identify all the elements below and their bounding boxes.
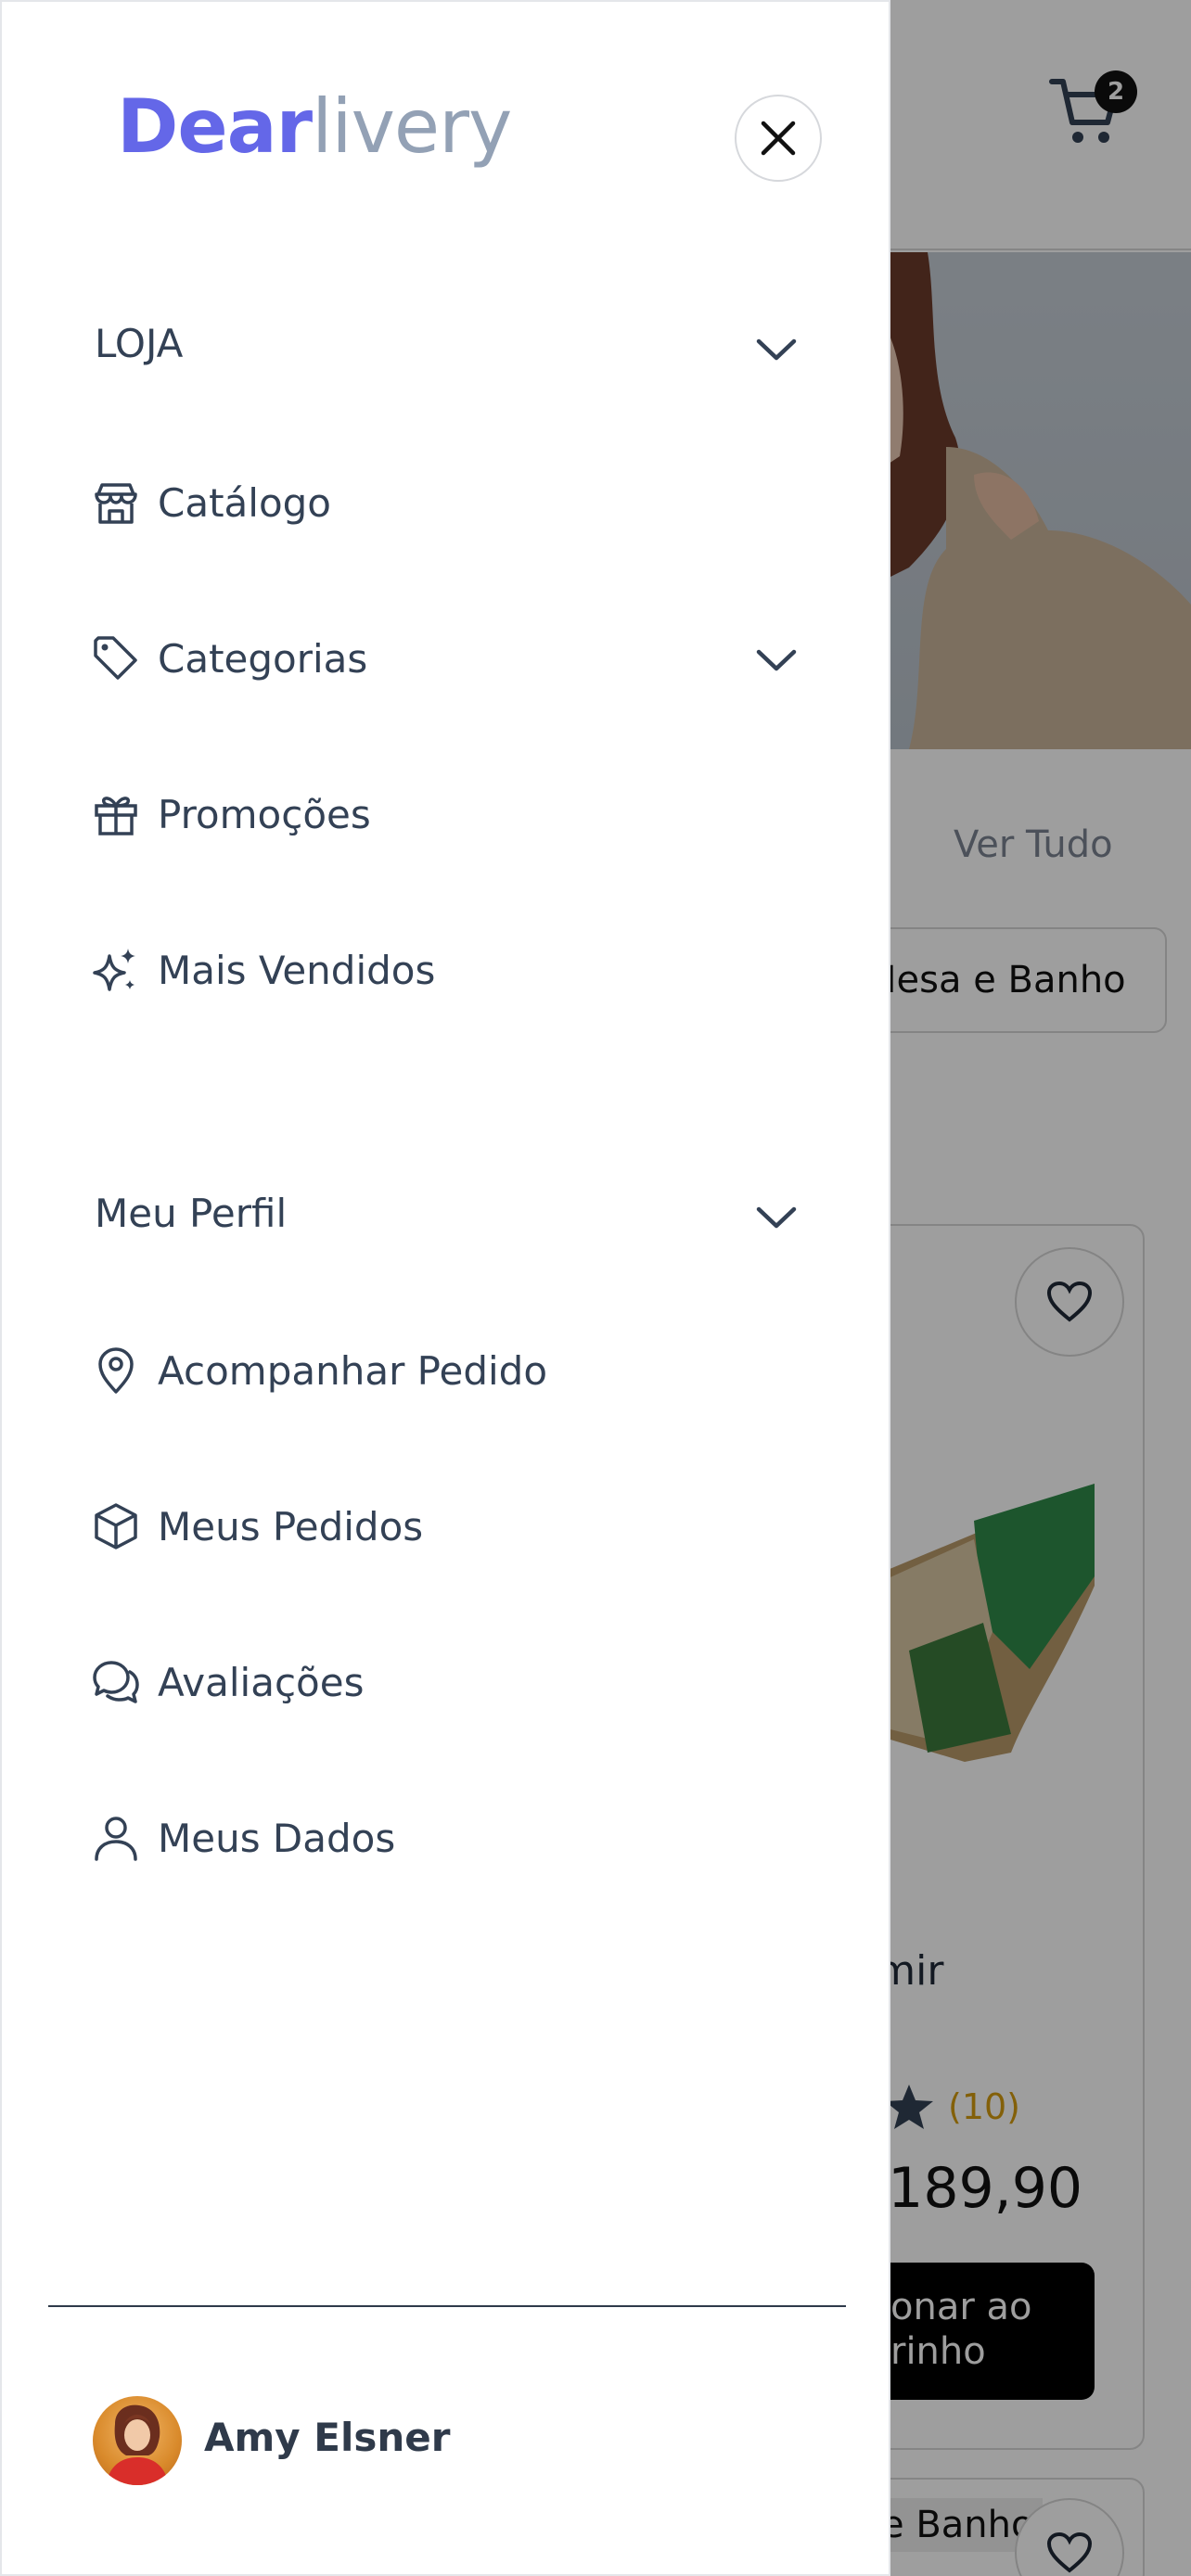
nav-item-label: Categorias xyxy=(158,635,368,682)
store-icon xyxy=(91,478,141,528)
nav-item-meus-dados[interactable]: Meus Dados xyxy=(91,1801,814,1875)
nav-item-categorias[interactable]: Categorias xyxy=(91,621,814,695)
gift-icon xyxy=(91,789,141,839)
footer-divider xyxy=(48,2305,846,2307)
logo-part-2: livery xyxy=(312,83,512,170)
avatar-image xyxy=(106,2404,169,2485)
brand-logo[interactable]: Dearlivery xyxy=(117,83,512,170)
nav-item-label: Catálogo xyxy=(158,479,331,526)
chevron-down-icon[interactable] xyxy=(755,646,798,674)
nav-item-acompanhar-pedido[interactable]: Acompanhar Pedido xyxy=(91,1333,814,1408)
nav-item-label: Meus Pedidos xyxy=(158,1503,424,1549)
nav-item-mais-vendidos[interactable]: Mais Vendidos xyxy=(91,933,814,1007)
nav-item-catalogo[interactable]: Catálogo xyxy=(91,465,814,540)
avatar[interactable] xyxy=(93,2396,182,2485)
nav-item-label: Mais Vendidos xyxy=(158,947,436,993)
user-icon xyxy=(91,1813,141,1863)
sparkles-icon xyxy=(91,945,141,995)
chevron-down-icon[interactable] xyxy=(755,336,798,363)
nav-item-promocoes[interactable]: Promoções xyxy=(91,777,814,851)
box-icon xyxy=(91,1501,141,1551)
logo-part-1: Dear xyxy=(117,83,313,170)
nav-item-label: Avaliações xyxy=(158,1659,365,1705)
chat-bubbles-icon xyxy=(91,1657,141,1707)
close-drawer-button[interactable] xyxy=(735,95,822,182)
chevron-down-icon[interactable] xyxy=(755,1204,798,1231)
nav-item-label: Meus Dados xyxy=(158,1815,396,1861)
nav-item-meus-pedidos[interactable]: Meus Pedidos xyxy=(91,1489,814,1563)
navigation-drawer: Dearlivery LOJA Catálogo Categorias Prom… xyxy=(0,0,890,2576)
section-title-loja[interactable]: LOJA xyxy=(95,321,183,366)
close-icon xyxy=(761,121,796,156)
section-title-meu-perfil[interactable]: Meu Perfil xyxy=(95,1191,287,1236)
nav-item-label: Acompanhar Pedido xyxy=(158,1347,548,1394)
nav-item-avaliacoes[interactable]: Avaliações xyxy=(91,1645,814,1719)
nav-item-label: Promoções xyxy=(158,791,371,837)
map-pin-icon xyxy=(91,1345,141,1396)
tag-icon xyxy=(91,633,141,683)
user-name[interactable]: Amy Elsner xyxy=(204,2415,450,2460)
